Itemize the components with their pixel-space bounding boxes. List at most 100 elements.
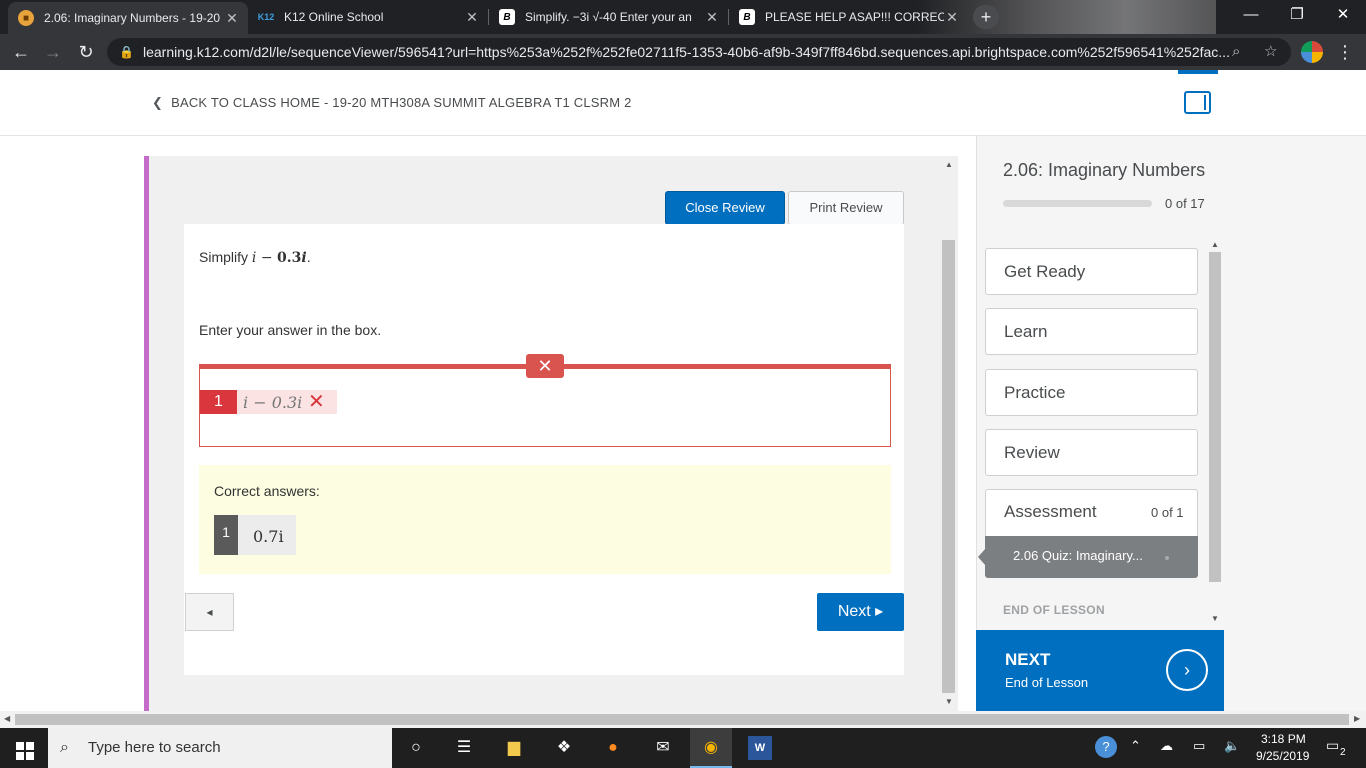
close-icon[interactable]: ✕ [464,9,480,26]
prompt-math: 0.3 [277,250,302,266]
chevron-up-icon[interactable]: ⌃ [1130,738,1141,754]
search-placeholder: Type here to search [88,739,221,756]
back-to-class-link[interactable]: ❮ BACK TO CLASS HOME - 19-20 MTH308A SUMM… [152,95,632,111]
correct-answer-value: 0.7i [253,527,284,546]
next-button[interactable]: Next ▸ [817,593,904,631]
page-header: ❮ BACK TO CLASS HOME - 19-20 MTH308A SUMM… [0,70,1366,136]
help-icon[interactable]: ? [1095,736,1117,758]
zoom-icon[interactable]: ⌕ [1232,43,1240,60]
tab-simplify[interactable]: B Simplify. −3i √-40 Enter your an ✕ [489,0,728,34]
next-subtitle: End of Lesson [1005,675,1089,690]
scroll-right-arrow-icon[interactable]: ▶ [1354,714,1360,723]
correct-answers-label: Correct answers: [214,483,320,499]
bookmark-icon: ■ [18,10,34,26]
assessment-count: 0 of 1 [1151,505,1184,520]
firefox-icon[interactable]: ● [601,736,625,760]
answer-value: i − 0.3i [243,393,303,412]
question-instruction: Enter your answer in the box. [199,322,382,338]
answer-number-badge: 1 [200,390,237,414]
end-of-lesson-label: END OF LESSON [1003,603,1105,617]
sidebar-item-learn[interactable]: Learn [985,308,1198,355]
prompt-text: Simplify [199,249,252,265]
back-arrow-icon[interactable]: ← [9,40,33,64]
close-window-icon[interactable]: ✕ [1320,0,1366,30]
tab-title: K12 Online School [284,10,384,24]
tab-imaginary-numbers[interactable]: ■ 2.06: Imaginary Numbers - 19-20 ✕ [8,2,248,34]
word-icon[interactable]: W [748,736,772,760]
back-link-label: BACK TO CLASS HOME - 19-20 MTH308A SUMMI… [171,95,632,110]
frame-scrollbar[interactable] [942,240,955,693]
url-text: learning.k12.com/d2l/le/sequenceViewer/5… [143,44,1230,60]
quiz-status-dot [1165,556,1169,560]
mail-icon[interactable]: ✉ [651,736,675,760]
address-bar[interactable]: 🔒 learning.k12.com/d2l/le/sequenceViewer… [107,38,1291,66]
sidebar-scroll-up-icon[interactable]: ▲ [1211,240,1219,249]
close-review-button[interactable]: Close Review [665,191,785,225]
sidebar-item-review[interactable]: Review [985,429,1198,476]
next-title: NEXT [1005,650,1051,669]
dropbox-icon[interactable]: ❖ [552,736,576,760]
quiz-label: 2.06 Quiz: Imaginary... [1013,548,1143,563]
k12-logo-icon: K12 [257,12,275,22]
question-card [184,224,904,675]
profile-avatar[interactable] [1301,41,1323,63]
print-review-button[interactable]: Print Review [788,191,904,225]
prompt-math: − [256,250,278,266]
close-icon[interactable]: ✕ [224,10,240,27]
taskbar-search[interactable]: ⌕ Type here to search [48,728,392,768]
menu-kebab-icon[interactable]: ⋮ [1333,40,1357,64]
lesson-progress-bar [1003,200,1152,207]
current-item-pointer [978,548,986,566]
chevron-left-icon: ❮ [152,95,164,110]
lesson-title: 2.06: Imaginary Numbers [1003,160,1206,180]
correct-answer-number: 1 [214,515,238,555]
restore-icon[interactable]: ❐ [1274,0,1320,30]
tab-title: PLEASE HELP ASAP!!! CORRECT A [765,10,944,24]
lock-icon: 🔒 [119,45,134,59]
cortana-icon[interactable]: ○ [404,736,428,760]
new-tab-button[interactable]: + [973,5,999,29]
battery-icon[interactable]: ▭ [1193,738,1205,754]
minimize-icon[interactable]: — [1228,0,1274,30]
file-explorer-icon[interactable]: ▆ [502,736,526,760]
close-icon[interactable]: ✕ [704,9,720,26]
notification-count: 2 [1340,747,1346,758]
question-prompt: Simplify i − 0.3i. [199,249,311,266]
header-accent-bar [1178,70,1218,74]
tab-title: Simplify. −3i √-40 Enter your an [525,10,692,24]
sidebar-scrollbar[interactable] [1209,252,1221,582]
tab-please-help[interactable]: B PLEASE HELP ASAP!!! CORRECT A ✕ [729,0,968,34]
sidebar-item-practice[interactable]: Practice [985,369,1198,416]
previous-button[interactable]: ◂ [185,593,234,631]
task-view-icon[interactable]: ☰ [452,736,476,760]
assessment-label: Assessment [1004,502,1097,521]
notification-icon[interactable]: ▭ [1326,737,1339,754]
chevron-right-icon[interactable]: › [1166,649,1208,691]
clock-time[interactable]: 3:18 PM [1261,732,1306,746]
lesson-sidebar [976,136,1366,711]
volume-icon[interactable]: 🔈 [1224,738,1240,754]
chrome-icon[interactable]: ◉ [699,736,723,760]
forward-arrow-icon[interactable]: → [41,40,65,64]
close-icon[interactable]: ✕ [944,9,960,26]
sidebar-scroll-down-icon[interactable]: ▼ [1211,614,1219,623]
brainly-icon: B [739,9,755,25]
scroll-left-arrow-icon[interactable]: ◀ [4,714,10,723]
sidebar-item-get-ready[interactable]: Get Ready [985,248,1198,295]
prompt-text: . [306,249,311,265]
incorrect-x-icon: ✕ [308,391,325,413]
tab-title: 2.06: Imaginary Numbers - 19-20 [44,11,221,25]
brainly-icon: B [499,9,515,25]
incorrect-marker-icon: ✕ [526,354,564,378]
scroll-up-arrow-icon[interactable]: ▲ [945,160,953,169]
reload-icon[interactable]: ↻ [74,40,98,64]
panel-toggle-icon[interactable] [1184,91,1211,114]
onedrive-icon[interactable]: ☁ [1160,738,1173,754]
horizontal-scroll-thumb[interactable] [15,714,1349,725]
scroll-down-arrow-icon[interactable]: ▼ [945,697,953,706]
bookmark-star-icon[interactable]: ☆ [1264,42,1277,60]
clock-date[interactable]: 9/25/2019 [1256,749,1309,763]
tab-k12-online-school[interactable]: K12 K12 Online School ✕ [248,0,488,34]
lesson-progress-text: 0 of 17 [1165,196,1205,211]
windows-start-icon[interactable] [0,728,48,768]
